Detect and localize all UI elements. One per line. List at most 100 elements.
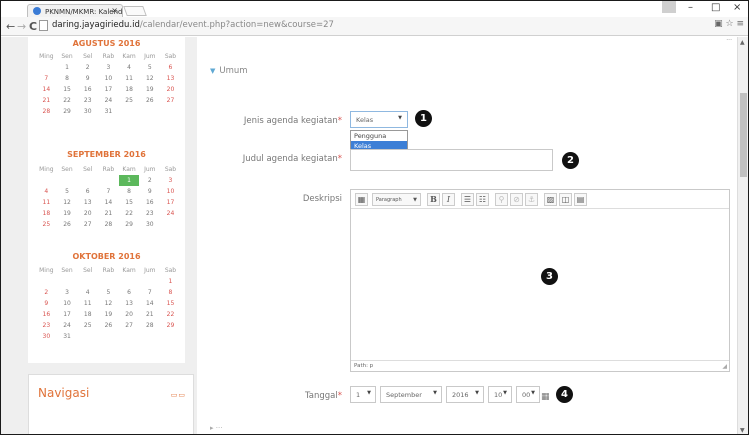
calendar-day[interactable]: 17 <box>160 197 181 208</box>
calendar-day[interactable]: 28 <box>36 106 57 117</box>
calendar-day[interactable]: 14 <box>36 84 57 95</box>
calendar-day[interactable]: 21 <box>139 309 160 320</box>
calendar-day[interactable]: 10 <box>57 298 78 309</box>
section-header-umum[interactable]: ▼ Umum <box>210 66 248 76</box>
calendar-day[interactable]: 12 <box>98 298 119 309</box>
calendar-day[interactable]: 2 <box>77 62 98 73</box>
calendar-day[interactable]: 1 <box>118 175 140 186</box>
calendar-day[interactable]: 24 <box>160 208 181 219</box>
calendar-day[interactable]: 2 <box>36 287 57 298</box>
hour-select[interactable]: 10 ▼ <box>488 386 512 403</box>
calendar-day[interactable]: 16 <box>77 84 98 95</box>
tab-close-icon[interactable]: × <box>111 6 118 15</box>
year-select[interactable]: 2016 ▼ <box>446 386 484 403</box>
calendar-day[interactable]: 22 <box>119 208 140 219</box>
calendar-day[interactable]: 4 <box>36 186 57 197</box>
calendar-day[interactable]: 11 <box>77 298 98 309</box>
toggle-toolbar-icon[interactable]: ▦ <box>355 193 368 206</box>
calendar-day[interactable]: 8 <box>57 73 78 84</box>
calendar-day[interactable]: 24 <box>98 95 119 106</box>
calendar-day[interactable]: 7 <box>139 287 160 298</box>
reload-button[interactable]: C <box>29 20 37 33</box>
calendar-day[interactable]: 23 <box>36 320 57 331</box>
calendar-day[interactable]: 27 <box>160 95 181 106</box>
file-icon[interactable]: ▤ <box>574 193 587 206</box>
calendar-day[interactable]: 13 <box>77 197 98 208</box>
anchor-icon[interactable]: ⚓ <box>525 193 538 206</box>
calendar-day[interactable]: 2 <box>139 175 160 186</box>
month-select[interactable]: September ▼ <box>380 386 442 403</box>
calendar-day[interactable]: 6 <box>77 186 98 197</box>
option-pengguna[interactable]: Pengguna <box>351 131 407 141</box>
address-bar[interactable]: daring.jayagiriedu.id/calendar/event.php… <box>52 19 702 33</box>
calendar-day[interactable]: 18 <box>119 84 140 95</box>
calendar-day[interactable]: 16 <box>36 309 57 320</box>
calendar-day[interactable]: 18 <box>77 309 98 320</box>
calendar-day[interactable]: 22 <box>160 309 181 320</box>
calendar-day[interactable]: 16 <box>139 197 160 208</box>
calendar-day[interactable]: 14 <box>98 197 119 208</box>
calendar-day[interactable]: 21 <box>36 95 57 106</box>
calendar-day[interactable]: 9 <box>139 186 160 197</box>
minimize-button[interactable]: – <box>688 2 693 13</box>
calendar-day[interactable]: 17 <box>57 309 78 320</box>
block-controls-icon[interactable]: ▭▭ <box>171 391 186 399</box>
calendar-day[interactable]: 15 <box>160 298 181 309</box>
calendar-day[interactable]: 26 <box>57 219 78 230</box>
calendar-day[interactable]: 15 <box>57 84 78 95</box>
calendar-day[interactable]: 26 <box>139 95 160 106</box>
numbered-list-icon[interactable]: ☷ <box>476 193 489 206</box>
calendar-day[interactable]: 19 <box>139 84 160 95</box>
close-window-button[interactable]: × <box>733 2 741 13</box>
calendar-day[interactable]: 5 <box>98 287 119 298</box>
calendar-day[interactable]: 4 <box>77 287 98 298</box>
calendar-day[interactable]: 3 <box>160 175 181 186</box>
calendar-day[interactable]: 13 <box>119 298 140 309</box>
calendar-day[interactable]: 27 <box>77 219 98 230</box>
calendar-day[interactable]: 19 <box>57 208 78 219</box>
translate-icon[interactable]: ▣ <box>714 19 723 29</box>
calendar-day[interactable]: 14 <box>139 298 160 309</box>
calendar-day[interactable]: 24 <box>57 320 78 331</box>
calendar-day[interactable]: 9 <box>77 73 98 84</box>
new-tab-button[interactable] <box>123 6 147 16</box>
event-type-select[interactable]: Kelas ▼ <box>350 111 408 128</box>
calendar-day[interactable]: 22 <box>57 95 78 106</box>
calendar-day[interactable]: 10 <box>98 73 119 84</box>
calendar-day[interactable]: 25 <box>119 95 140 106</box>
calendar-day[interactable]: 20 <box>119 309 140 320</box>
day-select[interactable]: 1 ▼ <box>350 386 376 403</box>
resize-grip-icon[interactable]: ◢ <box>722 363 727 370</box>
paragraph-format-select[interactable]: Paragraph ▼ <box>372 193 421 206</box>
media-icon[interactable]: ◫ <box>559 193 572 206</box>
calendar-day[interactable]: 8 <box>160 287 181 298</box>
collapse-all-link[interactable]: ··· <box>726 37 732 44</box>
calendar-day[interactable]: 4 <box>119 62 140 73</box>
menu-icon[interactable]: ≡ <box>736 19 744 29</box>
next-section-header[interactable]: ▸ ··· <box>210 424 222 432</box>
calendar-day[interactable]: 20 <box>77 208 98 219</box>
calendar-day[interactable]: 10 <box>160 186 181 197</box>
calendar-day[interactable]: 29 <box>119 219 140 230</box>
browser-tab[interactable]: PKNMN/MKMR: Kalender × <box>27 4 123 18</box>
calendar-day[interactable]: 6 <box>119 287 140 298</box>
calendar-day[interactable]: 1 <box>160 276 181 287</box>
calendar-day[interactable]: 3 <box>98 62 119 73</box>
event-name-input[interactable] <box>350 149 553 171</box>
minute-select[interactable]: 00 ▼ <box>516 386 540 403</box>
description-editor[interactable]: ▦ Paragraph ▼ B I ☰ ☷ ⚲ ⊘ ⚓ ▨ ◫ ▤ Path: … <box>350 189 730 372</box>
calendar-day[interactable]: 20 <box>160 84 181 95</box>
calendar-day[interactable]: 25 <box>77 320 98 331</box>
scroll-up-icon[interactable]: ▲ <box>740 39 745 46</box>
calendar-day[interactable]: 5 <box>139 62 160 73</box>
calendar-day[interactable]: 26 <box>98 320 119 331</box>
calendar-day[interactable]: 11 <box>119 73 140 84</box>
scroll-down-icon[interactable]: ▼ <box>740 427 745 434</box>
unlink-icon[interactable]: ⊘ <box>510 193 523 206</box>
calendar-day[interactable]: 19 <box>98 309 119 320</box>
image-icon[interactable]: ▨ <box>544 193 557 206</box>
calendar-day[interactable]: 21 <box>98 208 119 219</box>
calendar-day[interactable]: 12 <box>57 197 78 208</box>
page-scrollbar[interactable]: ▲ ▼ <box>737 37 748 434</box>
calendar-day[interactable]: 23 <box>77 95 98 106</box>
